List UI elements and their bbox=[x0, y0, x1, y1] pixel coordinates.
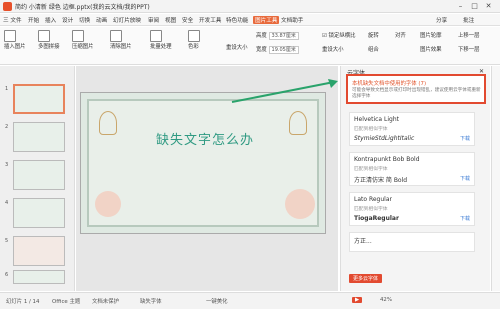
slide-thumbnail[interactable] bbox=[13, 198, 65, 228]
download-button[interactable]: 下载 bbox=[460, 175, 470, 182]
missing-font-warning: 本机缺失文档中使用的字体 (7) 可能会导致文档显示或打印时出现错乱，建议使用云… bbox=[346, 74, 486, 104]
tab-home[interactable]: 开始 bbox=[28, 16, 39, 24]
move-down-button[interactable]: 下移一层 bbox=[458, 45, 480, 53]
font-card[interactable]: Helvetica Light 匹配到相似字体 StymieStdLightIt… bbox=[349, 112, 475, 146]
ribbon-tabs: 三 文件 开始 插入 设计 切换 动画 幻灯片放映 审阅 视图 安全 开发工具 … bbox=[0, 14, 500, 26]
flower-decoration bbox=[285, 189, 315, 219]
rotate-button[interactable]: 旋转 bbox=[368, 31, 379, 39]
batch-icon bbox=[150, 30, 162, 42]
slide-thumbnail[interactable] bbox=[13, 84, 65, 114]
cloud-font-panel: 云字体 ✕ 本机缺失文档中使用的字体 (7) 可能会导致文档显示或打印时出现错乱… bbox=[340, 66, 490, 291]
slide-thumbnail-pane: 1 2 3 4 5 6 bbox=[0, 66, 75, 291]
tab-image-tools[interactable]: 图片工具 bbox=[253, 16, 280, 24]
theme-name: Office 主题 bbox=[52, 299, 81, 305]
group-button[interactable]: 组合 bbox=[368, 45, 379, 53]
slide-title[interactable]: 缺失文字怎么办 bbox=[89, 129, 321, 148]
font-card[interactable]: Kontrapunkt Bob Bold 匹配到相似字体 方正清仿宋 简 Bol… bbox=[349, 152, 475, 186]
tab-file[interactable]: 三 文件 bbox=[3, 16, 22, 24]
batch-button[interactable]: 批量处理 bbox=[150, 30, 172, 50]
lantern-decoration bbox=[99, 111, 117, 135]
slide-canvas[interactable]: 缺失文字怎么办 bbox=[80, 92, 326, 234]
download-button[interactable]: 下载 bbox=[460, 135, 470, 142]
right-sidebar-strip bbox=[491, 66, 500, 291]
minimize-icon[interactable]: – bbox=[455, 1, 466, 12]
insert-image-button[interactable]: 插入图片 bbox=[4, 30, 26, 50]
slide-thumbnail[interactable] bbox=[13, 270, 65, 284]
close-icon[interactable]: ✕ bbox=[483, 1, 494, 12]
download-button[interactable]: 下载 bbox=[460, 215, 470, 222]
reset-size-button[interactable]: 重设大小 bbox=[226, 43, 248, 51]
status-bar: 幻灯片 1 / 14 Office 主题 文档未保护 缺失字体 一键美化 ▶ 4… bbox=[0, 292, 500, 309]
tab-review[interactable]: 审阅 bbox=[148, 16, 159, 24]
align-button[interactable]: 对齐 bbox=[395, 31, 406, 39]
tab-security[interactable]: 安全 bbox=[182, 16, 193, 24]
multi-crop-button[interactable]: 多图拼接 bbox=[38, 30, 60, 50]
slide-thumbnail[interactable] bbox=[13, 160, 65, 190]
warning-body: 可能会导致文档显示或打印时出现错乱，建议使用云字体或重新选择字体 bbox=[352, 88, 481, 99]
tab-features[interactable]: 特色功能 bbox=[226, 16, 248, 24]
window-title: 简约 小清新 绿色 边框.pptx(我的云文档/我的PPT) bbox=[15, 4, 150, 11]
maximize-icon[interactable]: □ bbox=[469, 1, 480, 12]
width-field[interactable]: 宽度 19.05厘米 bbox=[256, 45, 299, 54]
eraser-icon bbox=[110, 30, 122, 42]
lantern-decoration bbox=[289, 111, 307, 135]
font-card[interactable]: 方正... bbox=[349, 232, 475, 252]
slide-position: 幻灯片 1 / 14 bbox=[6, 299, 40, 305]
tab-slideshow[interactable]: 幻灯片放映 bbox=[113, 16, 141, 24]
reset-size2-button[interactable]: 重设大小 bbox=[322, 45, 344, 53]
grid-icon bbox=[38, 30, 50, 42]
clear-image-button[interactable]: 清除图片 bbox=[110, 30, 132, 50]
slide-thumbnail[interactable] bbox=[13, 122, 65, 152]
flower-decoration bbox=[95, 191, 121, 217]
more-fonts-button[interactable]: 更多云字体 bbox=[349, 274, 383, 283]
tab-design[interactable]: 设计 bbox=[62, 16, 73, 24]
play-icon[interactable]: ▶ bbox=[352, 297, 363, 303]
annotation-arrow bbox=[231, 79, 338, 103]
warning-title: 本机缺失文档中使用的字体 (7) bbox=[352, 81, 427, 87]
compress-button[interactable]: 压缩图片 bbox=[72, 30, 94, 50]
tab-animation[interactable]: 动画 bbox=[96, 16, 107, 24]
image-effect-button[interactable]: 图片效果 bbox=[420, 45, 442, 53]
image-icon bbox=[4, 30, 16, 42]
palette-icon bbox=[188, 30, 200, 42]
font-card[interactable]: Lato Regular 匹配到相似字体 TiogaRegular 下载 bbox=[349, 192, 475, 226]
image-outline-button[interactable]: 图片轮廓 bbox=[420, 31, 442, 39]
move-up-button[interactable]: 上移一层 bbox=[458, 31, 480, 39]
height-field[interactable]: 高度 33.87厘米 bbox=[256, 31, 299, 40]
slide-thumbnail[interactable] bbox=[13, 236, 65, 266]
slide-frame: 缺失文字怎么办 bbox=[87, 99, 319, 227]
tab-doc-assistant[interactable]: 文档助手 bbox=[281, 16, 303, 24]
toolbar: 插入图片 多图拼接 压缩图片 清除图片 批量处理 色彩 重设大小 高度 33.8… bbox=[0, 27, 500, 65]
app-logo-icon bbox=[3, 2, 12, 11]
compress-icon bbox=[72, 30, 84, 42]
lock-ratio-checkbox[interactable]: ☑ 锁定纵横比 bbox=[322, 31, 356, 39]
tab-developer[interactable]: 开发工具 bbox=[199, 16, 221, 24]
color-button[interactable]: 色彩 bbox=[188, 30, 201, 50]
beautify-button[interactable]: 一键美化 bbox=[206, 297, 228, 305]
comment-button[interactable]: 批注 bbox=[463, 16, 474, 24]
zoom-level[interactable]: 42% bbox=[380, 297, 392, 303]
share-button[interactable]: 分享 bbox=[436, 16, 447, 24]
tab-transition[interactable]: 切换 bbox=[79, 16, 90, 24]
title-bar: 简约 小清新 绿色 边框.pptx(我的云文档/我的PPT) – □ ✕ bbox=[0, 0, 500, 13]
missing-font-button[interactable]: 缺失字体 bbox=[140, 297, 162, 305]
tab-insert[interactable]: 插入 bbox=[45, 16, 56, 24]
doc-protect-status[interactable]: 文档未保护 bbox=[92, 297, 119, 305]
tab-view[interactable]: 视图 bbox=[165, 16, 176, 24]
